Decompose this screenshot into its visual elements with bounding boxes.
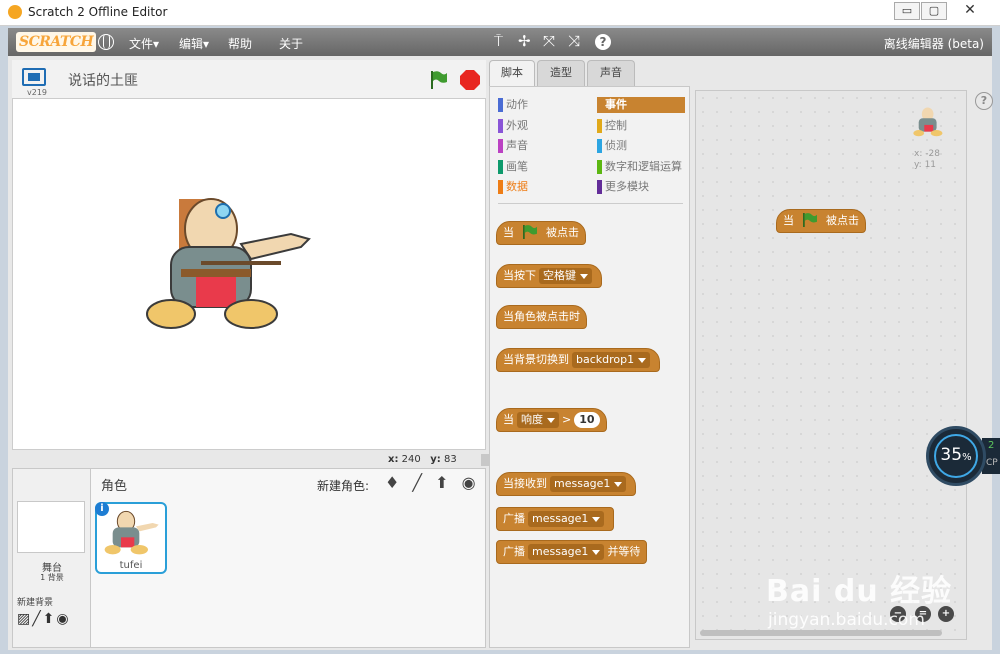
shrink-icon[interactable]: ⤨	[568, 32, 580, 50]
block-when-key-pressed[interactable]: 当按下 空格键	[496, 264, 602, 288]
cut-icon[interactable]: ✢	[518, 32, 531, 50]
menu-edit[interactable]: 编辑▾	[179, 35, 209, 52]
edition-label: 离线编辑器 (beta)	[883, 37, 984, 51]
tab-sounds[interactable]: 声音	[587, 60, 635, 86]
green-flag-icon[interactable]	[430, 70, 448, 90]
baidu-watermark-logo: Bai du 经验	[766, 574, 953, 609]
new-backdrop-tools[interactable]: ▨╱⬆◉	[17, 611, 71, 627]
bandit-sprite[interactable]	[141, 189, 311, 339]
category-data[interactable]: 数据	[498, 179, 588, 195]
project-title[interactable]: 说话的土匪	[68, 70, 138, 90]
stage-thumbnail[interactable]	[17, 501, 85, 553]
message-dropdown[interactable]: message1	[550, 476, 627, 492]
category-sensing[interactable]: 侦测	[597, 138, 685, 154]
cpu-side-value: 2	[988, 440, 995, 451]
sprite-tile-tufei[interactable]: tufei i	[95, 502, 167, 574]
sprite-x-position: x: -28	[914, 149, 940, 159]
stage-column: 舞台 1 背景 新建背景 ▨╱⬆◉	[13, 469, 91, 647]
category-looks[interactable]: 外观	[498, 118, 588, 134]
green-flag-icon	[803, 213, 817, 227]
collapse-handle[interactable]	[481, 454, 489, 466]
horizontal-scrollbar[interactable]	[700, 630, 942, 636]
scratch-cat-icon	[8, 5, 22, 19]
new-sprite-label: 新建角色:	[317, 479, 370, 493]
grow-icon[interactable]: ⤧	[543, 32, 555, 50]
block-broadcast[interactable]: 广播 message1	[496, 507, 615, 531]
block-when-sprite-clicked[interactable]: 当角色被点击时	[496, 305, 587, 329]
sprite-y-position: y: 11	[914, 160, 937, 170]
block-when-backdrop-switches[interactable]: 当背景切换到 backdrop1	[496, 348, 661, 372]
scratch-logo[interactable]: SCRATCH	[16, 32, 97, 52]
current-sprite-thumbnail	[913, 107, 943, 137]
block-broadcast-and-wait[interactable]: 广播 message1 并等待	[496, 540, 648, 564]
key-dropdown[interactable]: 空格键	[539, 268, 592, 284]
stamp-icon[interactable]: ⍑	[494, 32, 503, 50]
sprite-name: tufei	[119, 560, 143, 571]
cpu-side-label: CP	[986, 458, 998, 468]
new-backdrop-label: 新建背景	[17, 598, 54, 608]
menu-about[interactable]: 关于	[279, 35, 303, 52]
green-flag-icon	[523, 225, 537, 239]
cpu-percent: 35%	[940, 445, 972, 465]
stop-icon[interactable]	[460, 70, 480, 90]
close-button[interactable]: ✕	[950, 2, 990, 20]
broadcast-wait-dropdown[interactable]: message1	[528, 544, 605, 560]
broadcast-dropdown[interactable]: message1	[528, 511, 605, 527]
mouse-coordinates: x: 240 y: 83	[388, 454, 457, 465]
window-title: Scratch 2 Offline Editor	[28, 5, 168, 19]
scripts-area[interactable]: 当被点击	[695, 90, 967, 640]
script-when-flag-clicked[interactable]: 当被点击	[776, 209, 866, 233]
menu-file[interactable]: 文件▾	[129, 35, 159, 52]
new-sprite-tools[interactable]: ♦ ╱ ⬆ ◉	[385, 473, 480, 492]
sensor-dropdown[interactable]: 响度	[517, 412, 559, 428]
category-events[interactable]: 事件	[597, 97, 685, 113]
category-sound[interactable]: 声音	[498, 138, 588, 154]
stage-canvas[interactable]	[12, 98, 486, 450]
category-pen[interactable]: 画笔	[498, 159, 588, 175]
sprite-info-icon[interactable]: i	[95, 502, 109, 516]
backdrop-dropdown[interactable]: backdrop1	[572, 352, 651, 368]
tab-scripts[interactable]: 脚本	[489, 60, 535, 87]
stage-header: v219 说话的土匪	[12, 60, 486, 98]
category-operators[interactable]: 数字和逻辑运算	[597, 159, 687, 175]
globe-icon[interactable]	[98, 34, 114, 50]
menu-bar: SCRATCH 文件▾ 编辑▾ 帮助 关于 ⍑ ✢ ⤧ ⤨ ? 离线编辑器 (b…	[8, 28, 992, 56]
sprites-pane: 舞台 1 背景 新建背景 ▨╱⬆◉ 角色 新建角色: ♦ ╱ ⬆ ◉ tufei…	[12, 468, 486, 648]
version-label: v219	[27, 88, 48, 97]
minimize-button[interactable]: ▭	[894, 2, 920, 20]
palette-divider	[498, 203, 683, 204]
cpu-usage-widget[interactable]: 35%	[926, 426, 986, 486]
help-icon[interactable]: ?	[975, 92, 993, 110]
sprite-thumbnail	[104, 510, 159, 555]
block-when-loudness[interactable]: 当响度 >10	[496, 408, 607, 432]
block-palette: 动作 外观 声音 画笔 数据 事件 控制 侦测 数字和逻辑运算 更多模块 当被点…	[489, 86, 690, 648]
window-titlebar: Scratch 2 Offline Editor ▭ ▢ ✕	[0, 0, 1000, 26]
category-motion[interactable]: 动作	[498, 97, 588, 113]
fullscreen-icon[interactable]	[22, 68, 46, 86]
editor-main: v219 说话的土匪 x: 240 y: 83 舞台 1 背景 新建背景 ▨╱⬆…	[8, 56, 993, 650]
threshold-input[interactable]: 10	[574, 412, 600, 428]
category-more-blocks[interactable]: 更多模块	[597, 179, 685, 195]
menu-help[interactable]: 帮助	[228, 35, 252, 52]
maximize-button[interactable]: ▢	[921, 2, 947, 20]
backdrop-count: 1 背景	[40, 573, 64, 582]
category-control[interactable]: 控制	[597, 118, 685, 134]
help-icon[interactable]: ?	[595, 34, 611, 50]
block-when-receive[interactable]: 当接收到 message1	[496, 472, 637, 496]
sprites-title: 角色	[101, 479, 128, 494]
baidu-watermark-url: jingyan.baidu.com	[768, 610, 925, 630]
tab-costumes[interactable]: 造型	[537, 60, 585, 86]
block-when-flag-clicked[interactable]: 当被点击	[496, 221, 586, 245]
